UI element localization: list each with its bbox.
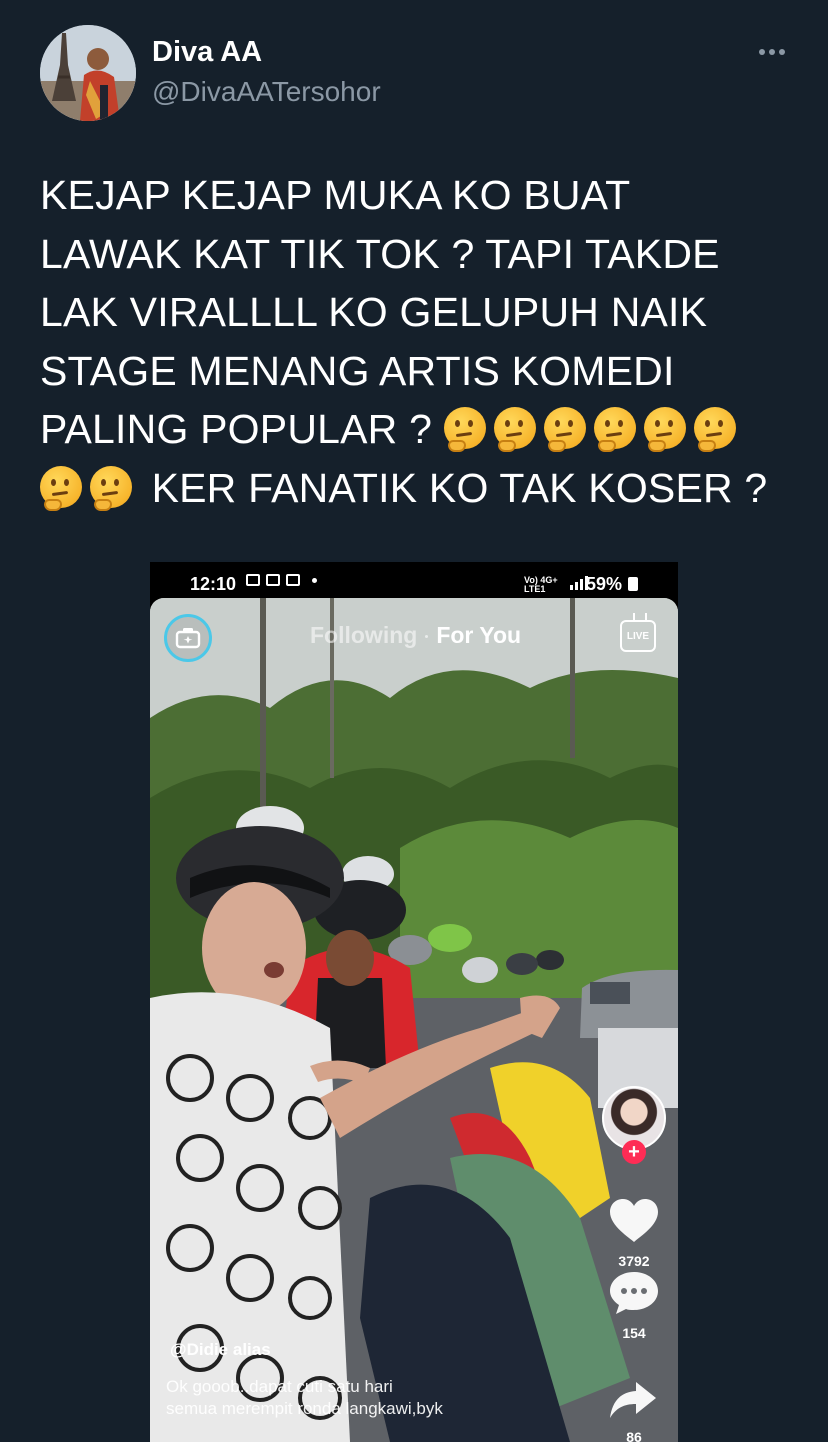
follow-plus-icon[interactable]: + <box>622 1140 646 1164</box>
notification-icons <box>246 574 317 586</box>
like-button[interactable]: 3792 <box>596 1198 672 1269</box>
dot-icon <box>312 577 317 583</box>
more-dot <box>779 49 785 55</box>
camera-glyph <box>175 628 201 649</box>
tweet-text-fragment: PALING POPULAR ? <box>40 406 444 452</box>
tweet-text: KEJAP KEJAP MUKA KO BUAT LAWAK KAT TIK T… <box>40 166 800 517</box>
live-label: LIVE <box>626 630 650 642</box>
share-arrow-icon <box>610 1382 656 1418</box>
heart-icon <box>610 1199 658 1242</box>
comment-button[interactable]: 154 <box>596 1270 672 1341</box>
like-count: 3792 <box>618 1253 650 1269</box>
tweet-text-line-6: KER FANATIK KO TAK KOSER ? <box>40 459 800 518</box>
video-caption: Ok gooob..dapat cuti satu hari semua mer… <box>166 1376 546 1420</box>
share-count: 86 <box>626 1429 642 1442</box>
gallery-icon <box>246 574 260 586</box>
thinking-face-icon <box>593 407 636 452</box>
phone-status-bar: 12:10 Vo) 4G+ LTE1 59% <box>150 562 678 598</box>
author-handle[interactable]: @DivaAATersohor <box>152 76 381 108</box>
tweet-text-fragment: KER FANATIK KO TAK KOSER ? <box>140 464 768 511</box>
thinking-face-icon <box>40 465 82 511</box>
comment-count: 154 <box>622 1325 646 1341</box>
live-tv-icon[interactable]: LIVE <box>620 620 656 652</box>
thinking-face-icon <box>693 407 736 452</box>
tweet-text-line: STAGE MENANG ARTIS KOMEDI <box>40 347 675 394</box>
tab-for-you[interactable]: For You <box>436 622 521 648</box>
network-label: Vo) 4G+ LTE1 <box>524 575 558 594</box>
more-options-icon[interactable] <box>752 40 792 64</box>
share-button[interactable]: 86 <box>596 1380 672 1442</box>
tweet-text-line: KEJAP KEJAP MUKA KO BUAT <box>40 172 631 218</box>
caption-line: Ok gooob..dapat cuti satu hari <box>166 1377 393 1396</box>
more-dot <box>769 49 775 55</box>
thinking-face-icon <box>443 407 486 452</box>
author-display-name[interactable]: Diva AA <box>152 36 262 69</box>
thinking-face-icon <box>90 465 132 511</box>
caption-line: semua merempit ronda langkawi,byk <box>166 1399 443 1418</box>
thinking-face-icon <box>543 407 586 452</box>
video-username[interactable]: @Didie alias <box>170 1340 271 1360</box>
thinking-face-icon <box>493 407 536 452</box>
tab-following[interactable]: Following <box>310 622 417 648</box>
tweet-text-line: LAWAK KAT TIK TOK ? TAPI TAKDE <box>40 230 720 277</box>
app-notification-icon <box>286 574 300 586</box>
more-dot <box>759 49 765 55</box>
author-avatar[interactable] <box>40 25 136 121</box>
tiktok-video[interactable]: Following For You LIVE + 3792 154 86 @Di… <box>150 598 678 1442</box>
battery-icon <box>628 577 638 591</box>
battery-percent: 59% <box>586 574 623 594</box>
tweet-media-image[interactable]: 12:10 Vo) 4G+ LTE1 59% Following For You… <box>150 562 678 1442</box>
app-notification-icon <box>266 574 280 586</box>
phone-clock: 12:10 <box>190 574 237 594</box>
tweet-text-line: LAK VIRALLLL KO GELUPUH NAIK <box>40 289 708 335</box>
comment-icon <box>610 1272 658 1314</box>
tweet-text-line-5: PALING POPULAR ? <box>40 400 800 459</box>
avatar-image <box>40 25 136 121</box>
camera-icon[interactable] <box>164 614 212 662</box>
tab-separator <box>425 635 429 639</box>
thinking-face-icon <box>643 407 686 452</box>
tiktok-feed-tabs: Following For You <box>310 622 521 649</box>
